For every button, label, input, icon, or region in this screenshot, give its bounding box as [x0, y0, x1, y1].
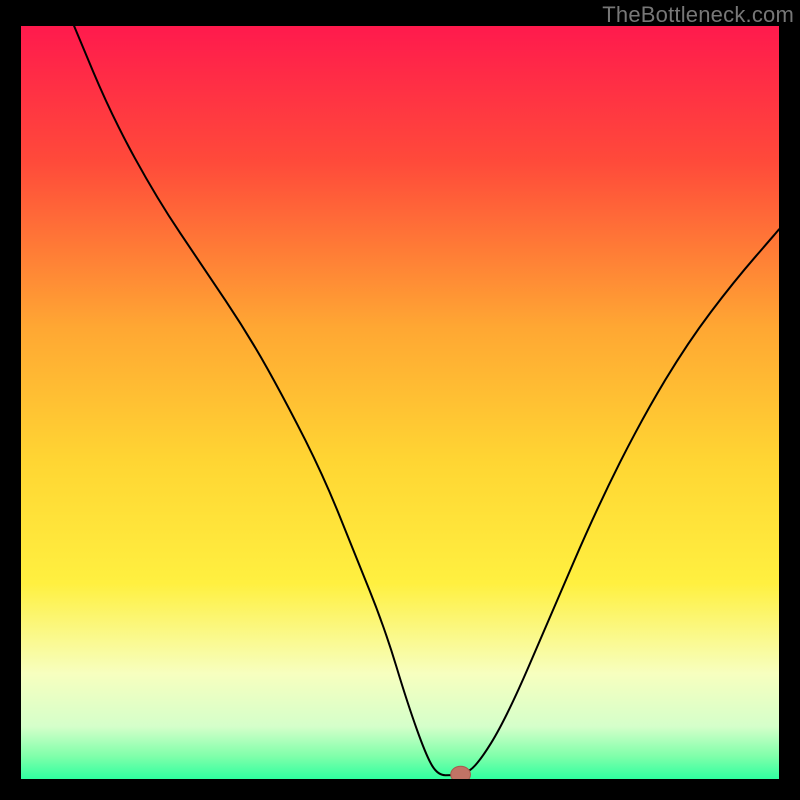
chart-stage: TheBottleneck.com	[0, 0, 800, 800]
optimum-marker	[451, 766, 471, 779]
plot-background	[21, 26, 779, 779]
plot-svg	[21, 26, 779, 779]
plot-frame	[21, 26, 779, 779]
attribution-text: TheBottleneck.com	[602, 2, 794, 28]
